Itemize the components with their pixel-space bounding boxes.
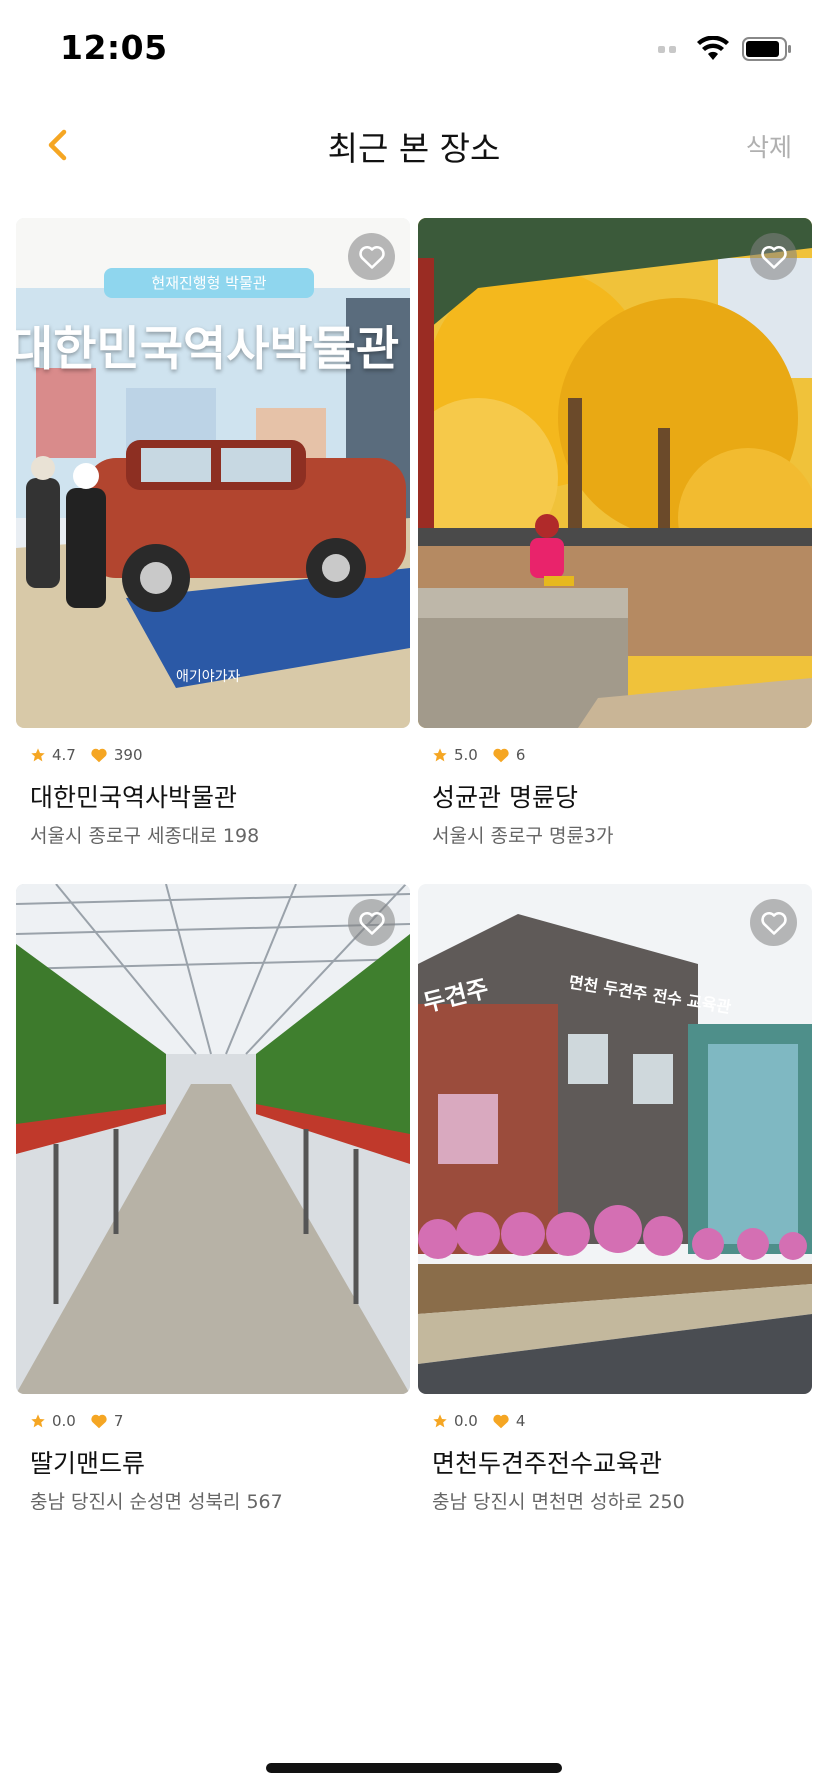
favorite-button[interactable] [348,233,395,280]
place-stats: 0.0 4 [432,1412,525,1430]
place-address: 서울시 종로구 세종대로 198 [30,825,260,847]
heart-outline-icon [760,911,787,935]
status-icons [658,36,792,62]
recent-places-grid: 현재진행형 박물관 대한민국역사박물관 애기야가자 4.7 390 대한민국역사… [16,218,812,1550]
status-time: 12:05 [60,28,168,67]
place-photo [418,218,812,728]
place-card[interactable]: 5.0 6 성균관 명륜당 서울시 종로구 명륜3가 [418,218,812,884]
heart-outline-icon [760,245,787,269]
place-card[interactable]: 현재진행형 박물관 대한민국역사박물관 애기야가자 4.7 390 대한민국역사… [16,218,410,884]
star-icon [31,748,45,762]
photo-watermark-text: 애기야가자 [176,669,241,685]
photo-headline-text: 대한민국역사박물관 [16,322,400,377]
place-photo [16,884,410,1394]
likes-count: 7 [113,1412,124,1430]
page-title: 최근 본 장소 [327,129,501,168]
place-name: 성균관 명륜당 [432,783,578,812]
place-address: 서울시 종로구 명륜3가 [432,825,614,847]
delete-button[interactable]: 삭제 [746,128,792,164]
place-address: 충남 당진시 면천면 성하로 250 [432,1491,685,1513]
heart-icon [493,1414,509,1429]
place-stats: 4.7 390 [30,746,143,764]
battery-icon [742,37,791,61]
favorite-button[interactable] [348,899,395,946]
rating-value: 4.7 [52,746,76,764]
favorite-button[interactable] [750,233,797,280]
rating-value: 0.0 [454,1412,478,1430]
place-stats: 5.0 6 [432,746,525,764]
photo-banner-text: 현재진행형 박물관 [151,274,267,292]
wifi-icon [697,36,729,60]
place-address: 충남 당진시 순성면 성북리 567 [30,1491,283,1513]
place-name: 딸기맨드류 [30,1449,146,1478]
star-icon [31,1414,45,1428]
place-card[interactable]: 두견주 면천 두견주 전수 교육관 0.0 4 면천두견주전수교육관 충남 당진… [418,884,812,1550]
star-icon [433,748,447,762]
status-bar: 12:05 [0,0,828,100]
heart-icon [91,748,107,763]
likes-count: 4 [515,1412,526,1430]
navigation-bar: 최근 본 장소 삭제 [0,100,828,190]
heart-outline-icon [358,245,385,269]
heart-icon [91,1414,107,1429]
place-stats: 0.0 7 [30,1412,123,1430]
likes-count: 6 [515,746,526,764]
likes-count: 390 [113,746,143,764]
heart-icon [493,748,509,763]
place-photo: 두견주 면천 두견주 전수 교육관 [418,884,812,1394]
place-name: 대한민국역사박물관 [30,783,238,812]
place-name: 면천두견주전수교육관 [432,1449,663,1478]
rating-value: 5.0 [454,746,478,764]
place-photo: 현재진행형 박물관 대한민국역사박물관 애기야가자 [16,218,410,728]
home-indicator[interactable] [266,1763,562,1773]
cellular-signal-icon [658,45,676,53]
heart-outline-icon [358,911,385,935]
favorite-button[interactable] [750,899,797,946]
rating-value: 0.0 [52,1412,76,1430]
place-card[interactable]: 0.0 7 딸기맨드류 충남 당진시 순성면 성북리 567 [16,884,410,1550]
star-icon [433,1414,447,1428]
